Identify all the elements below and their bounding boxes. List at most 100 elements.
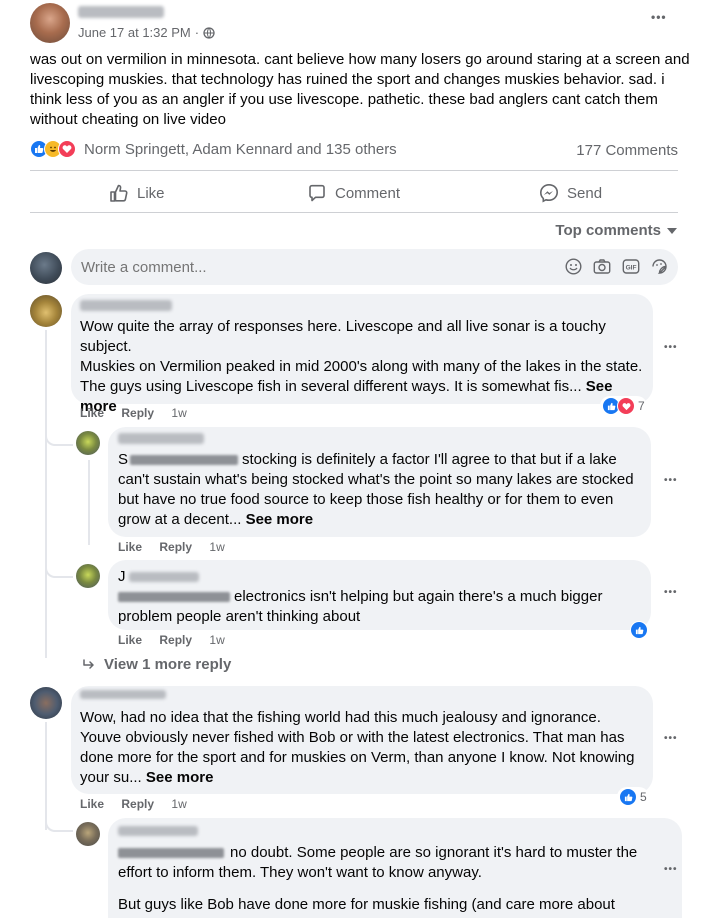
reply-line: no doubt. Some people are so ignorant it… — [230, 844, 638, 861]
like-button-label: Like — [137, 184, 165, 202]
reply-line: But guys like Bob have done more for mus… — [118, 896, 615, 913]
reply-reply-link[interactable]: Reply — [159, 540, 192, 554]
comment-sort-dropdown[interactable]: Top comments — [555, 222, 677, 239]
reply-reply-link[interactable]: Reply — [159, 633, 192, 647]
post-timestamp[interactable]: June 17 at 1:32 PM — [78, 25, 191, 40]
comment-like-link[interactable]: Like — [80, 797, 104, 811]
composer-icons: GIF — [565, 258, 668, 275]
reply-line: stocking is definitely a factor I'll agr… — [242, 451, 617, 468]
reply-line: electronics isn't helping but again ther… — [234, 588, 603, 605]
post-author-name-redacted[interactable] — [78, 6, 164, 18]
reply-text: no doubt. Some people are so ignorant it… — [118, 843, 678, 915]
reply-options-button[interactable]: ••• — [664, 475, 678, 486]
caret-down-icon — [667, 227, 677, 234]
tagged-name-redacted[interactable] — [118, 592, 230, 603]
comment-reply-link[interactable]: Reply — [121, 406, 154, 420]
reply-author-redacted[interactable] — [118, 433, 204, 444]
comment-timestamp[interactable]: 1w — [171, 797, 186, 811]
love-reaction-icon — [58, 140, 76, 158]
comment-line: Youve obviously never fished with Bob or… — [80, 729, 625, 746]
reply-connector — [45, 426, 73, 446]
comment-text: Wow, had no idea that the fishing world … — [80, 708, 650, 788]
post-more-options-button[interactable]: ••• — [651, 10, 667, 24]
comment-bubble-icon — [309, 184, 325, 202]
reply-avatar[interactable] — [76, 431, 100, 455]
comment-actions: Like Reply 1w — [80, 406, 201, 420]
comment-author-redacted[interactable] — [80, 300, 172, 311]
current-user-avatar[interactable] — [30, 252, 62, 284]
gif-icon[interactable]: GIF — [622, 258, 640, 275]
reaction-count: 5 — [640, 790, 647, 804]
comment-button-label: Comment — [335, 184, 401, 202]
comment-line: subject. — [80, 338, 132, 355]
see-more-link[interactable]: See more — [246, 511, 314, 528]
reply-avatar[interactable] — [76, 822, 100, 846]
comment-reactions-badge[interactable]: 5 — [617, 787, 649, 807]
comment-reply-link[interactable]: Reply — [121, 797, 154, 811]
view-more-replies-link[interactable]: View 1 more reply — [82, 656, 231, 673]
reply-like-link[interactable]: Like — [118, 540, 142, 554]
love-reaction-icon — [617, 397, 635, 415]
send-button[interactable]: Send — [539, 183, 602, 203]
like-button[interactable]: Like — [109, 183, 165, 203]
reply-name-initial: J — [118, 568, 126, 585]
see-more-link[interactable]: See more — [146, 769, 214, 786]
comment-options-button[interactable]: ••• — [664, 342, 678, 353]
comment-line: Muskies on Vermilion peaked in mid 2000'… — [80, 358, 643, 375]
emoji-icon[interactable] — [565, 258, 582, 275]
reply-line: problem people aren't thinking about — [118, 608, 361, 625]
comment-options-button[interactable]: ••• — [664, 733, 678, 744]
view-more-replies-label: View 1 more reply — [104, 656, 232, 673]
reactions-summary-text[interactable]: Norm Springett, Adam Kennard and 135 oth… — [84, 141, 397, 158]
reply-timestamp[interactable]: 1w — [209, 633, 224, 647]
comment-like-link[interactable]: Like — [80, 406, 104, 420]
comments-count-link[interactable]: 177 Comments — [576, 142, 678, 159]
reply-reactions-badge[interactable] — [630, 621, 648, 639]
reply-timestamp[interactable]: 1w — [209, 540, 224, 554]
thread-line — [45, 330, 47, 658]
reply-line: grow at a decent... — [118, 511, 242, 528]
post-reactions-row[interactable]: Norm Springett, Adam Kennard and 135 oth… — [30, 140, 397, 158]
tagged-name-redacted[interactable] — [130, 455, 239, 466]
comment-sort-label: Top comments — [555, 222, 661, 239]
post-meta: June 17 at 1:32 PM · — [78, 25, 215, 40]
globe-icon — [203, 26, 215, 39]
comment-input[interactable] — [81, 257, 541, 277]
reply-author-redacted[interactable] — [128, 572, 199, 582]
reply-author-redacted[interactable] — [118, 826, 198, 836]
comment-line: Wow quite the array of responses here. L… — [80, 318, 606, 335]
comment-button[interactable]: Comment — [307, 183, 400, 203]
tagged-name-redacted[interactable] — [118, 848, 224, 859]
meta-separator: · — [194, 25, 200, 40]
comment-reactions-badge[interactable]: 7 — [600, 396, 647, 416]
reply-like-link[interactable]: Like — [118, 633, 142, 647]
comment-line: Wow, had no idea that the fishing world … — [80, 709, 601, 726]
comment-line: done more for the sport and for muskies … — [80, 749, 635, 766]
divider-bottom — [30, 212, 678, 213]
comment-actions: Like Reply 1w — [80, 797, 201, 811]
reply-line: effort to inform them. They won't want t… — [118, 864, 482, 881]
comment-timestamp[interactable]: 1w — [171, 406, 186, 420]
send-button-label: Send — [567, 184, 603, 202]
comment-author-redacted[interactable] — [80, 690, 166, 699]
like-reaction-icon — [619, 788, 637, 806]
reply-connector — [45, 558, 73, 578]
reply-line: but have no true food source to keep tho… — [118, 491, 614, 508]
sticker-icon[interactable] — [651, 258, 668, 275]
post-author-avatar[interactable] — [30, 3, 70, 43]
comment-avatar[interactable] — [30, 295, 62, 327]
messenger-icon — [539, 183, 559, 203]
reply-options-button[interactable]: ••• — [664, 864, 678, 875]
comment-composer[interactable]: GIF — [71, 249, 678, 285]
comment-line: your su... — [80, 769, 142, 786]
comment-text: Wow quite the array of responses here. L… — [80, 317, 650, 417]
post-body-text: was out on vermilion in minnesota. cant … — [30, 51, 690, 128]
reply-line: can't sustain what's being stocked what'… — [118, 471, 634, 488]
reply-options-button[interactable]: ••• — [664, 587, 678, 598]
reply-actions: Like Reply 1w — [118, 540, 239, 554]
reply-connector — [45, 812, 73, 832]
comment-avatar[interactable] — [30, 687, 62, 719]
camera-icon[interactable] — [593, 258, 611, 275]
reply-avatar[interactable] — [76, 564, 100, 588]
svg-text:GIF: GIF — [626, 265, 637, 272]
